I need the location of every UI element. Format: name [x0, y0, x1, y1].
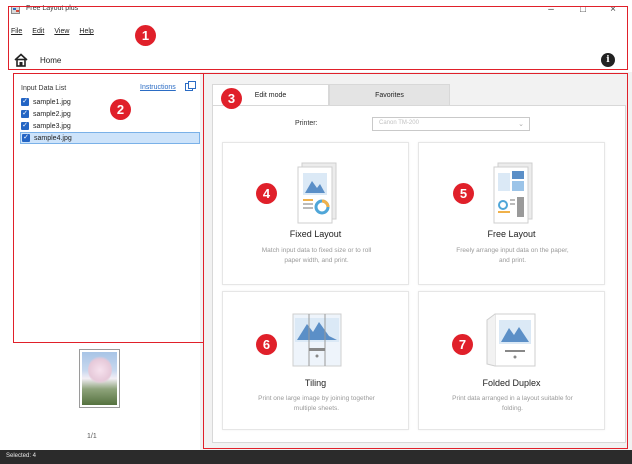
callout-badge: 2 [110, 99, 131, 120]
callout-badge: 7 [452, 334, 473, 355]
callout-frame-input-list [13, 73, 204, 343]
callout-badge: 1 [135, 25, 156, 46]
callout-badge: 4 [256, 183, 277, 204]
status-bar [0, 450, 632, 464]
status-text: Selected: 4 [6, 453, 37, 459]
preview-image-blossom [88, 356, 112, 384]
callout-frame-mode-panel [203, 73, 628, 449]
page-count: 1/1 [87, 433, 97, 440]
callout-badge: 5 [453, 183, 474, 204]
callout-frame-window-menu [8, 6, 628, 70]
callout-badge: 6 [256, 334, 277, 355]
callout-badge: 3 [221, 88, 242, 109]
